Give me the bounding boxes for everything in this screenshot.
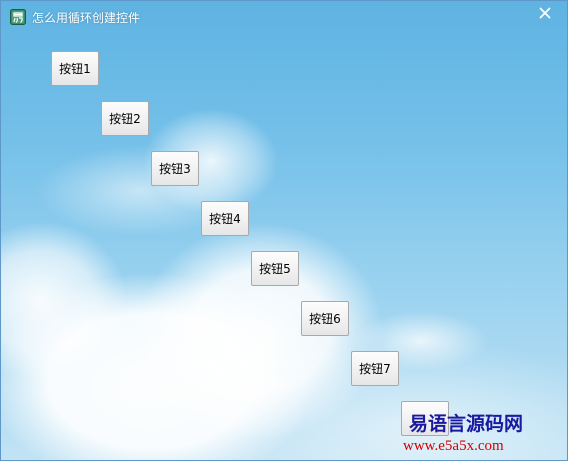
app-window: 怎么用循环创建控件 按钮1 按钮2 按钮3 按钮4 按钮5 按钮6 按钮7 易语…	[0, 0, 568, 461]
close-icon	[539, 7, 551, 19]
button-4[interactable]: 按钮4	[201, 201, 249, 236]
site-watermark: 易语言源码网 www.e5a5x.com	[401, 413, 561, 459]
window-title: 怎么用循环创建控件	[32, 11, 141, 25]
watermark-title: 易语言源码网	[409, 413, 524, 435]
button-3[interactable]: 按钮3	[151, 151, 199, 186]
button-6[interactable]: 按钮6	[301, 301, 349, 336]
button-1[interactable]: 按钮1	[51, 51, 99, 86]
title-bar[interactable]: 怎么用循环创建控件	[1, 1, 567, 29]
watermark-url: www.e5a5x.com	[403, 438, 504, 454]
app-logo-icon	[10, 9, 26, 25]
button-5[interactable]: 按钮5	[251, 251, 299, 286]
button-2[interactable]: 按钮2	[101, 101, 149, 136]
button-7[interactable]: 按钮7	[351, 351, 399, 386]
close-button[interactable]	[527, 3, 563, 23]
